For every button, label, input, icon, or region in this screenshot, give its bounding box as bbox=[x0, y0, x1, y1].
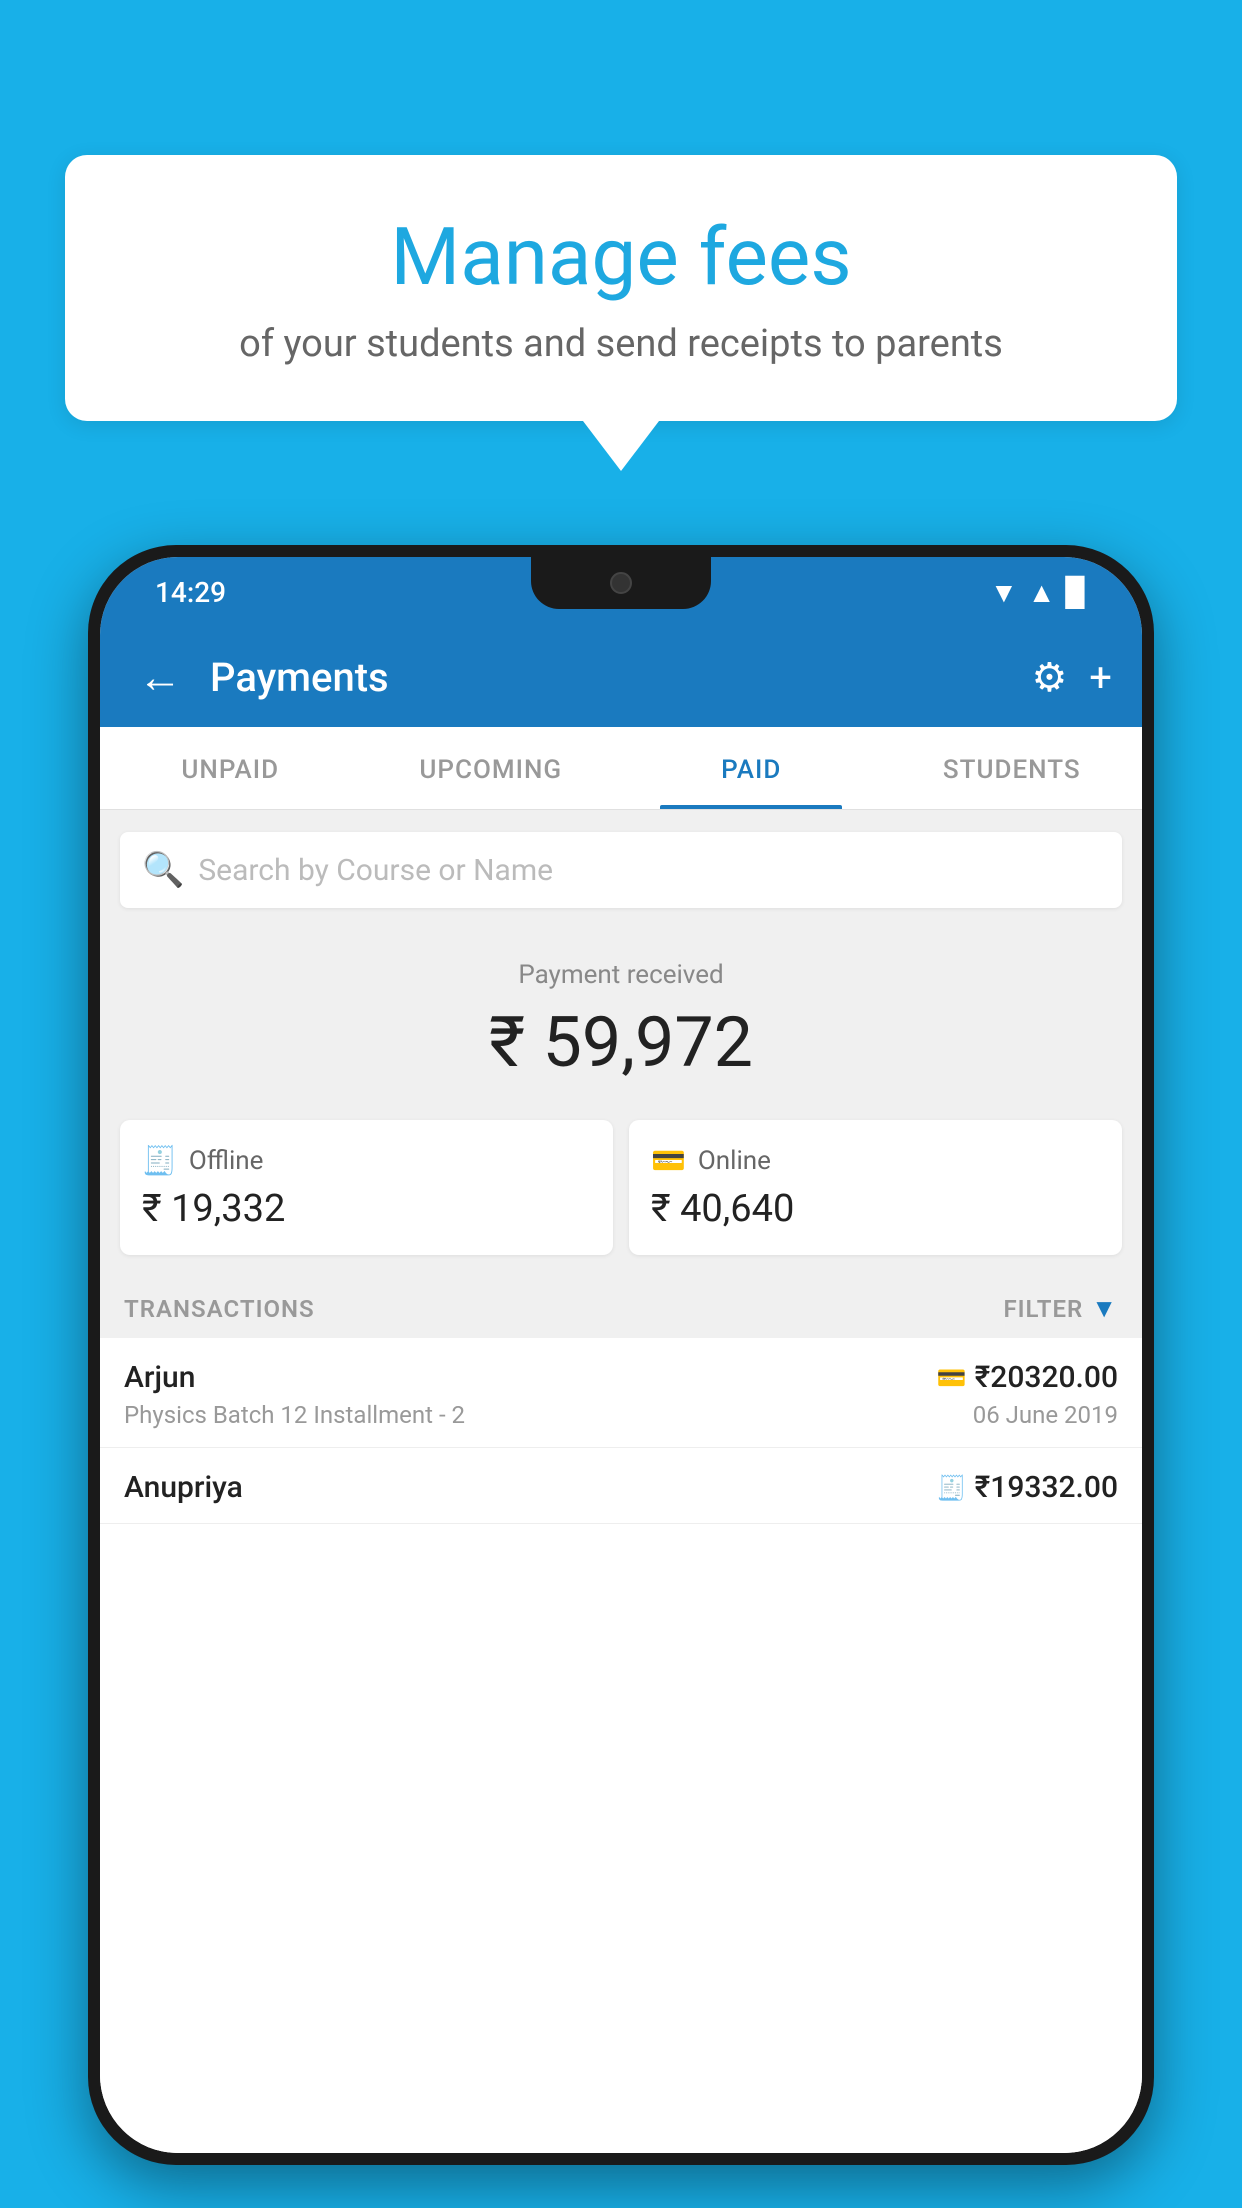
table-row[interactable]: Arjun Physics Batch 12 Installment - 2 💳… bbox=[100, 1338, 1142, 1448]
online-icon: 💳 bbox=[651, 1144, 686, 1177]
status-icons: ▼ ▲ ▉ bbox=[990, 576, 1087, 609]
payment-total-amount: ₹ 59,972 bbox=[120, 1002, 1122, 1084]
tab-students[interactable]: STUDENTS bbox=[882, 727, 1143, 809]
offline-amount: ₹ 19,332 bbox=[142, 1187, 591, 1231]
search-icon: 🔍 bbox=[142, 850, 184, 890]
online-amount: ₹ 40,640 bbox=[651, 1187, 1100, 1231]
transaction-amount-row: 💳 ₹20320.00 bbox=[937, 1360, 1118, 1395]
offline-label: Offline bbox=[189, 1146, 264, 1176]
filter-label: FILTER bbox=[1003, 1295, 1083, 1323]
status-time: 14:29 bbox=[155, 576, 226, 609]
offline-card-header: 🧾 Offline bbox=[142, 1144, 591, 1177]
transaction-detail: Physics Batch 12 Installment - 2 bbox=[124, 1401, 465, 1429]
tab-paid[interactable]: PAID bbox=[621, 727, 882, 809]
signal-icon: ▲ bbox=[1028, 576, 1056, 609]
phone-screen: 14:29 ▼ ▲ ▉ ← Payments ⚙ + UNPAID UPCO bbox=[100, 557, 1142, 2153]
table-row[interactable]: Anupriya 🧾 ₹19332.00 bbox=[100, 1448, 1142, 1524]
search-bar[interactable]: 🔍 Search by Course or Name bbox=[120, 832, 1122, 908]
tab-upcoming[interactable]: UPCOMING bbox=[361, 727, 622, 809]
filter-icon: ▼ bbox=[1091, 1293, 1118, 1324]
transaction-left-anupriya: Anupriya bbox=[124, 1470, 243, 1505]
transaction-name: Arjun bbox=[124, 1360, 465, 1395]
online-label: Online bbox=[698, 1146, 771, 1176]
phone-container: 14:29 ▼ ▲ ▉ ← Payments ⚙ + UNPAID UPCO bbox=[88, 545, 1154, 2208]
speech-bubble: Manage fees of your students and send re… bbox=[65, 155, 1177, 421]
notch bbox=[531, 557, 711, 609]
add-button[interactable]: + bbox=[1089, 654, 1112, 701]
payment-summary: Payment received ₹ 59,972 bbox=[100, 930, 1142, 1104]
bubble-arrow bbox=[583, 421, 659, 471]
bubble-title: Manage fees bbox=[125, 210, 1117, 304]
transaction-type-icon: 🧾 bbox=[937, 1474, 967, 1502]
transaction-type-icon: 💳 bbox=[937, 1364, 967, 1392]
transaction-right-arjun: 💳 ₹20320.00 06 June 2019 bbox=[937, 1360, 1118, 1429]
app-bar: ← Payments ⚙ + bbox=[100, 627, 1142, 727]
transaction-right-anupriya: 🧾 ₹19332.00 bbox=[937, 1470, 1118, 1505]
app-title: Payments bbox=[210, 654, 1011, 701]
battery-icon: ▉ bbox=[1065, 576, 1087, 609]
offline-icon: 🧾 bbox=[142, 1144, 177, 1177]
search-placeholder: Search by Course or Name bbox=[198, 853, 553, 888]
transactions-label: TRANSACTIONS bbox=[124, 1295, 315, 1323]
settings-button[interactable]: ⚙ bbox=[1031, 654, 1067, 701]
online-card: 💳 Online ₹ 40,640 bbox=[629, 1120, 1122, 1255]
payment-received-label: Payment received bbox=[120, 960, 1122, 990]
screen-content: 🔍 Search by Course or Name Payment recei… bbox=[100, 810, 1142, 2153]
transaction-amount-row: 🧾 ₹19332.00 bbox=[937, 1470, 1118, 1505]
app-bar-icons: ⚙ + bbox=[1031, 654, 1112, 701]
cards-row: 🧾 Offline ₹ 19,332 💳 Online ₹ 40,640 bbox=[100, 1104, 1142, 1275]
online-card-header: 💳 Online bbox=[651, 1144, 1100, 1177]
transaction-name: Anupriya bbox=[124, 1470, 243, 1505]
wifi-icon: ▼ bbox=[990, 576, 1018, 609]
camera bbox=[610, 572, 632, 594]
transactions-header: TRANSACTIONS FILTER ▼ bbox=[100, 1275, 1142, 1338]
status-bar: 14:29 ▼ ▲ ▉ bbox=[100, 557, 1142, 627]
tab-bar: UNPAID UPCOMING PAID STUDENTS bbox=[100, 727, 1142, 810]
transactions-list: Arjun Physics Batch 12 Installment - 2 💳… bbox=[100, 1338, 1142, 2153]
phone-frame: 14:29 ▼ ▲ ▉ ← Payments ⚙ + UNPAID UPCO bbox=[88, 545, 1154, 2165]
offline-card: 🧾 Offline ₹ 19,332 bbox=[120, 1120, 613, 1255]
filter-button[interactable]: FILTER ▼ bbox=[1003, 1293, 1118, 1324]
transaction-amount: ₹19332.00 bbox=[975, 1470, 1118, 1505]
back-button[interactable]: ← bbox=[130, 643, 190, 711]
transaction-left-arjun: Arjun Physics Batch 12 Installment - 2 bbox=[124, 1360, 465, 1429]
speech-bubble-container: Manage fees of your students and send re… bbox=[65, 155, 1177, 471]
tab-unpaid[interactable]: UNPAID bbox=[100, 727, 361, 809]
transaction-date: 06 June 2019 bbox=[973, 1401, 1118, 1429]
bubble-subtitle: of your students and send receipts to pa… bbox=[125, 322, 1117, 366]
transaction-amount: ₹20320.00 bbox=[975, 1360, 1118, 1395]
